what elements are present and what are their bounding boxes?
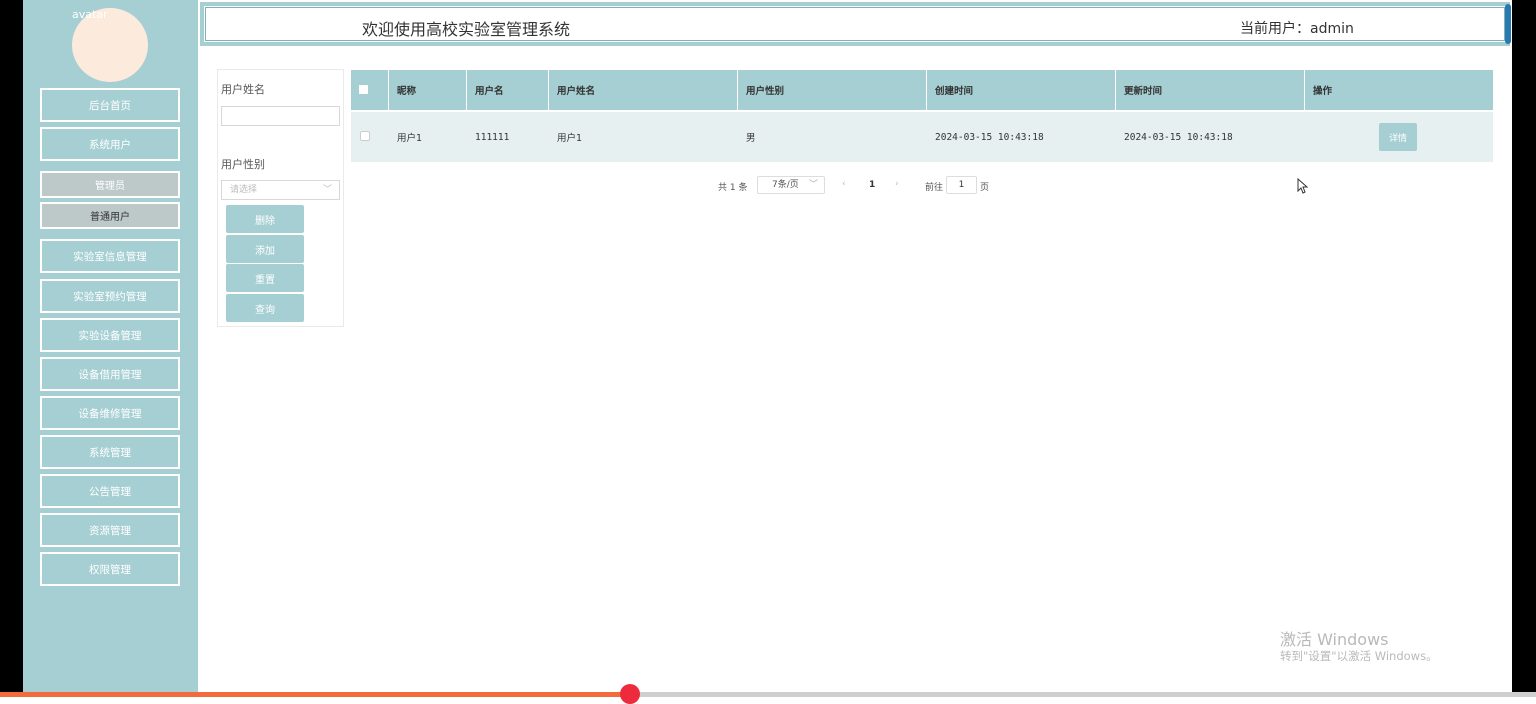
name-filter-input[interactable] [221,106,340,126]
col-username: 用户名 [467,70,549,110]
col-realname: 用户姓名 [549,70,738,110]
gender-select-placeholder: 请选择 [230,185,258,195]
chevron-down-icon: ﹀ [322,185,332,195]
right-edge [1512,0,1536,697]
sidebar-item-system[interactable]: 系统管理 [40,435,180,469]
media-progress-knob[interactable] [620,684,640,704]
goto-unit-label: 页 [980,183,990,193]
activate-windows-title: 激活 Windows [1280,630,1389,649]
left-edge [0,0,23,697]
col-gender: 用户性别 [738,70,927,110]
current-user: 当前用户：admin [1240,21,1354,37]
avatar-alt-text: avatar [72,8,108,21]
col-nickname: 昵称 [389,70,467,110]
sidebar-item-permissions[interactable]: 权限管理 [40,552,180,586]
table-row: 用户1 111111 用户1 男 2024-03-15 10:43:18 202… [351,112,1493,162]
media-progress-fill [0,692,630,697]
gender-filter-select[interactable]: 请选择 ﹀ [221,180,340,200]
page-number[interactable]: 1 [869,180,875,198]
cell-username: 111111 [475,131,510,143]
sidebar-subitem-admin[interactable]: 管理员 [40,171,180,198]
cell-realname: 用户1 [557,133,583,144]
scrollbar-handle[interactable] [1505,4,1511,44]
pagination-total: 共 1 条 [718,183,748,193]
sidebar-item-resources[interactable]: 资源管理 [40,513,180,547]
sidebar-item-announcements[interactable]: 公告管理 [40,474,180,508]
sidebar-item-system-users[interactable]: 系统用户 [40,127,180,161]
sidebar-item-equipment-borrow[interactable]: 设备借用管理 [40,357,180,391]
prev-page-icon[interactable]: ‹ [842,179,846,197]
delete-button[interactable]: 删除 [226,205,304,233]
cell-nickname: 用户1 [397,133,423,144]
activate-windows-hint: 转到"设置"以激活 Windows。 [1280,649,1438,663]
select-all-checkbox[interactable] [359,85,368,94]
app-window: avatar 后台首页 系统用户 管理员 普通用户 实验室信息管理 实验室预约管… [0,0,1536,704]
table-header: 昵称 用户名 用户姓名 用户性别 创建时间 更新时间 操作 [351,70,1493,110]
cell-created: 2024-03-15 10:43:18 [935,131,1044,143]
detail-button[interactable]: 详情 [1379,123,1417,151]
cell-gender: 男 [746,133,756,144]
sidebar-item-lab-info[interactable]: 实验室信息管理 [40,239,180,273]
add-button[interactable]: 添加 [226,235,304,263]
chevron-down-icon: ﹀ [808,180,818,190]
reset-button[interactable]: 重置 [226,264,304,292]
sidebar-item-home[interactable]: 后台首页 [40,88,180,122]
col-actions: 操作 [1313,86,1333,97]
header-bar: 欢迎使用高校实验室管理系统 当前用户：admin [200,2,1510,46]
gender-filter-label: 用户性别 [221,158,265,171]
col-updated: 更新时间 [1116,70,1305,110]
cell-updated: 2024-03-15 10:43:18 [1124,131,1233,143]
goto-page-input[interactable]: 1 [946,176,977,194]
select-all-cell [351,70,389,110]
page-size-select[interactable]: 7条/页 ﹀ [757,176,825,194]
sidebar-item-equipment[interactable]: 实验设备管理 [40,318,180,352]
sidebar-item-lab-booking[interactable]: 实验室预约管理 [40,279,180,313]
name-filter-label: 用户姓名 [221,83,265,96]
next-page-icon[interactable]: › [895,179,899,197]
goto-label: 前往 [925,183,944,193]
page-title: 欢迎使用高校实验室管理系统 [362,20,571,39]
query-button[interactable]: 查询 [226,294,304,322]
sidebar-item-equipment-repair[interactable]: 设备维修管理 [40,396,180,430]
page-size-value: 7条/页 [772,180,799,190]
col-created: 创建时间 [927,70,1116,110]
mouse-cursor-icon [1297,178,1309,194]
row-checkbox[interactable] [360,131,370,141]
sidebar-subitem-normal-user[interactable]: 普通用户 [40,202,180,229]
